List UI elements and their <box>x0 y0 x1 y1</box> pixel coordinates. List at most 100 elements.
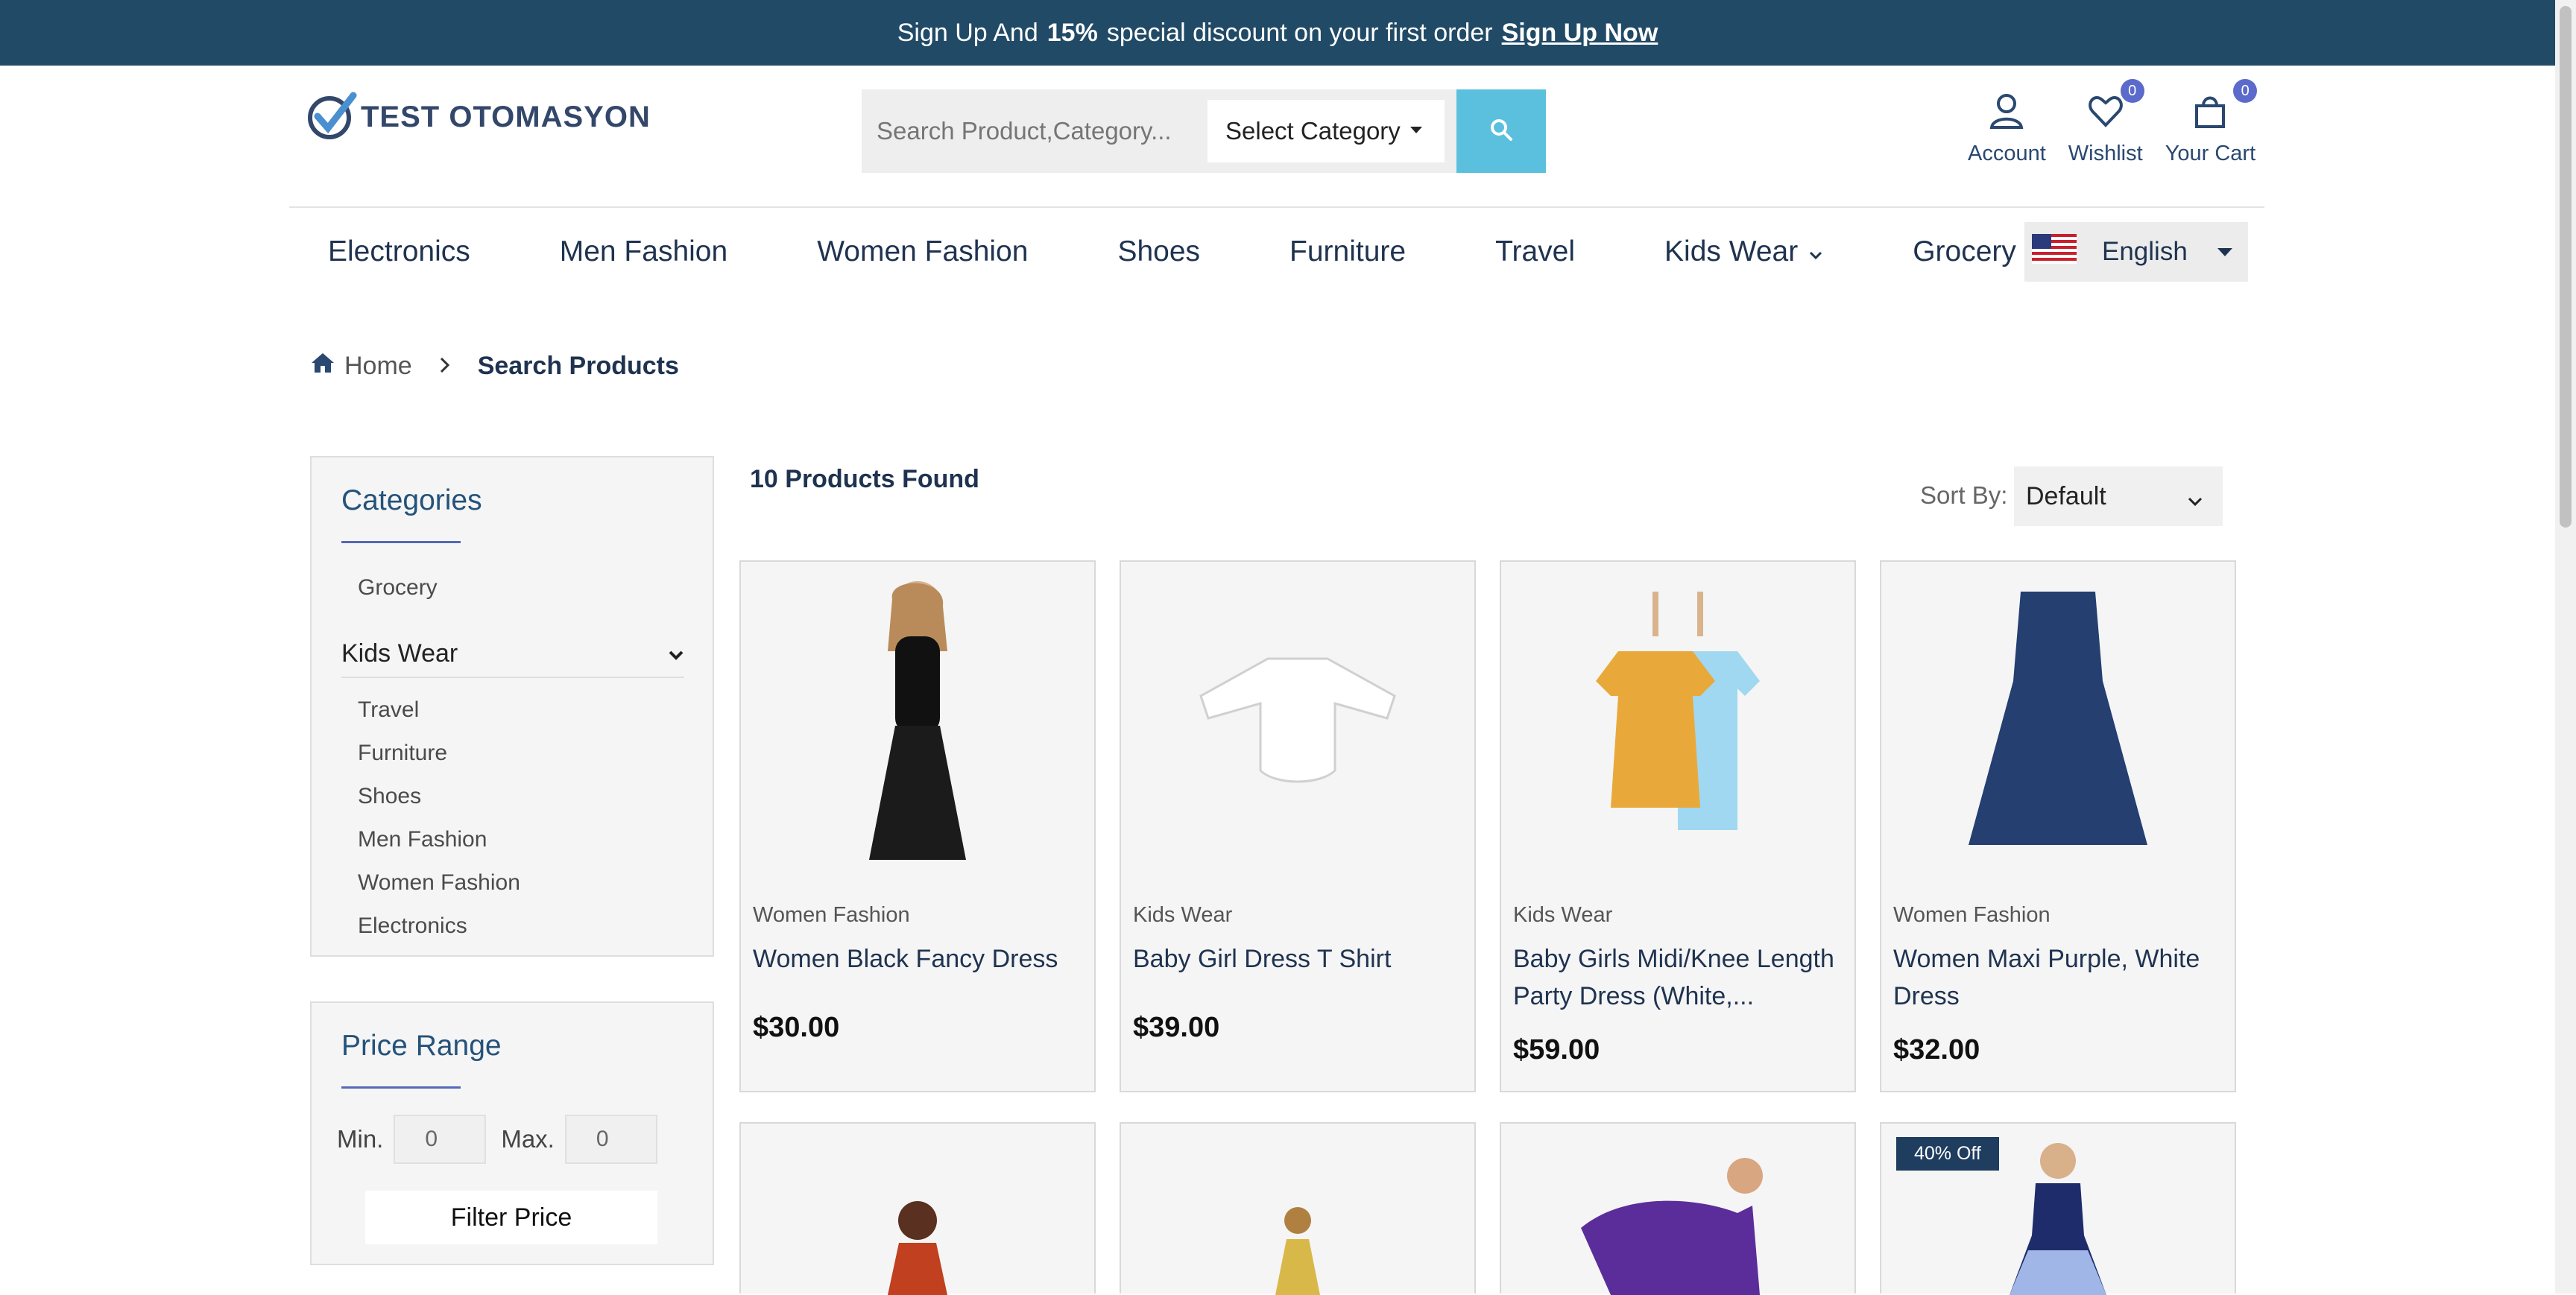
product-name[interactable]: Women Maxi Purple, White Dress <box>1893 940 2221 1015</box>
header-actions: Account 0 Wishlist 0 Your Cart <box>1968 79 2258 166</box>
category-item-women-fashion[interactable]: Women Fashion <box>358 870 520 896</box>
wishlist-link[interactable]: 0 Wishlist <box>2068 79 2144 166</box>
category-kids-wear-label: Kids Wear <box>341 639 458 668</box>
product-card[interactable]: Kids Wear Baby Girls Midi/Knee Length Pa… <box>1500 560 1856 1092</box>
sort-select[interactable]: Default <box>2014 466 2223 526</box>
search-input[interactable] <box>875 107 1191 155</box>
category-select[interactable]: Select Category <box>1208 100 1445 162</box>
product-card[interactable]: Women Fashion Women Black Fancy Dress $3… <box>739 560 1096 1092</box>
language-select[interactable]: English <box>2024 222 2248 282</box>
account-label: Account <box>1968 142 2046 165</box>
min-label: Min. <box>337 1125 384 1153</box>
product-image[interactable] <box>1121 1124 1474 1295</box>
filter-price-button[interactable]: Filter Price <box>365 1191 657 1244</box>
product-image[interactable] <box>741 562 1094 875</box>
logo-check-icon <box>307 89 358 145</box>
chevron-down-icon <box>1808 235 1823 268</box>
sort-value: Default <box>2026 481 2106 510</box>
categories-title: Categories <box>341 484 482 516</box>
product-price: $59.00 <box>1513 1034 1600 1066</box>
announcement-percent: 15% <box>1046 18 1098 47</box>
language-label: English <box>2102 237 2188 266</box>
site-logo[interactable]: TEST OTOMASYON <box>307 89 651 145</box>
breadcrumb-current: Search Products <box>477 352 679 380</box>
heart-icon <box>2088 92 2124 142</box>
product-image[interactable] <box>1121 562 1474 875</box>
announcement-prefix: Sign Up And <box>897 18 1038 47</box>
user-icon <box>1989 92 2024 142</box>
product-card[interactable] <box>739 1122 1096 1295</box>
product-price: $30.00 <box>753 1012 840 1043</box>
title-underline <box>341 541 461 543</box>
category-item-men-fashion[interactable]: Men Fashion <box>358 827 487 852</box>
chevron-right-icon <box>439 352 451 381</box>
us-flag-icon <box>2032 233 2077 270</box>
product-price: $32.00 <box>1893 1034 1980 1066</box>
wishlist-label: Wishlist <box>2068 142 2143 165</box>
product-name[interactable]: Baby Girl Dress T Shirt <box>1133 940 1461 978</box>
categories-panel: Categories Grocery Kids Wear Travel Furn… <box>310 456 714 957</box>
product-name[interactable]: Women Black Fancy Dress <box>753 940 1081 978</box>
shopping-bag-icon <box>2192 92 2228 142</box>
product-card[interactable] <box>1500 1122 1856 1295</box>
product-image[interactable] <box>1881 1124 2235 1295</box>
price-range-panel: Price Range Min. 0 Max. 0 Filter Price <box>310 1001 714 1265</box>
caret-down-icon <box>1410 127 1422 133</box>
product-category: Women Fashion <box>753 903 910 927</box>
category-item-electronics[interactable]: Electronics <box>358 914 467 939</box>
nav-item-travel[interactable]: Travel <box>1495 235 1575 268</box>
product-card[interactable] <box>1120 1122 1476 1295</box>
cart-link[interactable]: 0 Your Cart <box>2165 79 2258 166</box>
nav-item-electronics[interactable]: Electronics <box>328 235 470 268</box>
product-card[interactable]: Women Fashion Women Maxi Purple, White D… <box>1880 560 2236 1092</box>
product-name[interactable]: Baby Girls Midi/Knee Length Party Dress … <box>1513 940 1841 1015</box>
account-link[interactable]: Account <box>1968 92 2046 166</box>
product-card[interactable]: 40% Off <box>1880 1122 2236 1295</box>
category-item-furniture[interactable]: Furniture <box>358 741 447 766</box>
product-category: Women Fashion <box>1893 903 2051 927</box>
scrollbar-thumb[interactable] <box>2560 6 2572 528</box>
max-price-input[interactable]: 0 <box>564 1115 657 1164</box>
product-image[interactable] <box>1501 562 1854 875</box>
cart-label: Your Cart <box>2165 142 2256 165</box>
nav-item-kids-wear[interactable]: Kids Wear <box>1664 235 1823 268</box>
product-card[interactable]: Kids Wear Baby Girl Dress T Shirt $39.00 <box>1120 560 1476 1092</box>
breadcrumb: Home Search Products <box>310 352 679 381</box>
announcement-text: special discount on your first order <box>1106 18 1493 47</box>
search-bar: Select Category <box>862 89 1546 173</box>
logo-text: TEST OTOMASYON <box>361 101 651 133</box>
category-item-kids-wear[interactable]: Kids Wear <box>341 630 684 678</box>
product-image[interactable] <box>741 1124 1094 1295</box>
announcement-bar: Sign Up And 15% special discount on your… <box>0 0 2555 66</box>
page-scrollbar[interactable] <box>2555 0 2576 1294</box>
nav-item-women-fashion[interactable]: Women Fashion <box>817 235 1028 268</box>
product-image[interactable] <box>1501 1124 1854 1295</box>
nav-item-furniture[interactable]: Furniture <box>1289 235 1406 268</box>
sort-label: Sort By: <box>1920 481 2008 509</box>
product-price: $39.00 <box>1133 1012 1220 1043</box>
nav-item-men-fashion[interactable]: Men Fashion <box>560 235 727 268</box>
product-category: Kids Wear <box>1513 903 1613 927</box>
breadcrumb-home[interactable]: Home <box>344 352 412 381</box>
price-inputs: Min. 0 Max. 0 <box>337 1115 657 1164</box>
price-range-title: Price Range <box>341 1030 502 1062</box>
cart-count-badge: 0 <box>2233 79 2258 103</box>
max-label: Max. <box>501 1125 555 1153</box>
search-button[interactable] <box>1456 89 1546 173</box>
nav-item-shoes[interactable]: Shoes <box>1117 235 1200 268</box>
caret-down-icon <box>2217 247 2232 256</box>
home-icon[interactable] <box>310 352 335 381</box>
nav-item-grocery[interactable]: Grocery <box>1913 235 2016 268</box>
category-item-shoes[interactable]: Shoes <box>358 784 421 809</box>
product-category: Kids Wear <box>1133 903 1233 927</box>
nav-item-kids-wear-label: Kids Wear <box>1664 235 1799 267</box>
search-icon <box>1489 118 1513 145</box>
product-image[interactable] <box>1881 562 2235 875</box>
category-item-grocery[interactable]: Grocery <box>358 575 438 601</box>
header-divider <box>289 206 2264 208</box>
title-underline <box>341 1086 461 1089</box>
category-select-label: Select Category <box>1225 117 1401 145</box>
min-price-input[interactable]: 0 <box>394 1115 487 1164</box>
sign-up-link[interactable]: Sign Up Now <box>1502 19 1658 48</box>
category-item-travel[interactable]: Travel <box>358 697 419 723</box>
